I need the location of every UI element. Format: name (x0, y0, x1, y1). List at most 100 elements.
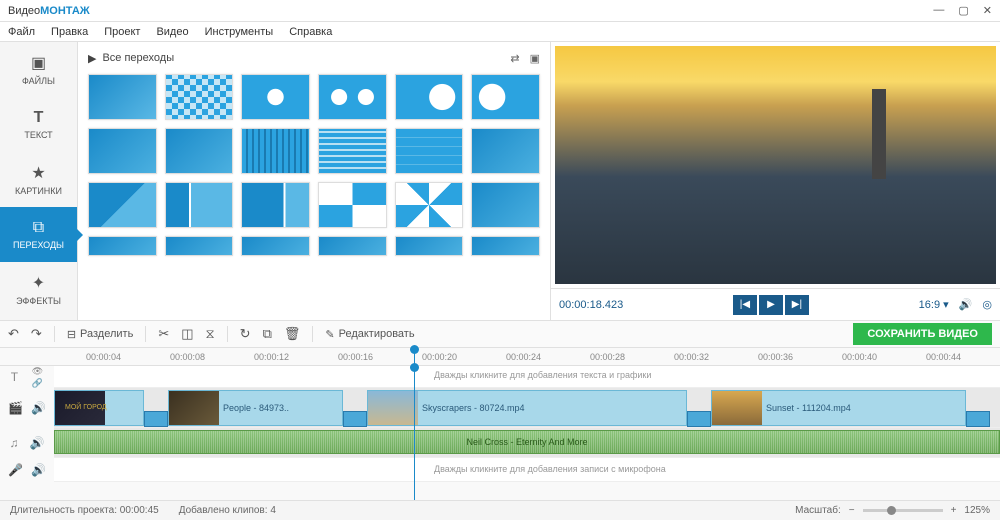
transition-thumb[interactable] (395, 128, 464, 174)
menu-tools[interactable]: Инструменты (205, 26, 274, 38)
transition-badge[interactable]: 2,0 (966, 411, 990, 427)
transitions-header-icons: ⇄ ▣ (510, 52, 540, 65)
transition-thumb[interactable] (241, 236, 310, 256)
video-clip[interactable]: МОЙ ГОРОД (54, 390, 144, 426)
transition-thumb[interactable] (318, 236, 387, 256)
sidebar-item-pictures[interactable]: ★ КАРТИНКИ (0, 152, 77, 207)
audio-track[interactable]: Neil Cross - Eternity And More (54, 428, 1000, 458)
sidebar-label-effects: ЭФФЕКТЫ (16, 296, 61, 306)
transition-thumb[interactable] (318, 182, 387, 228)
crop-button[interactable]: ◫ (181, 326, 193, 342)
menu-edit[interactable]: Правка (51, 26, 88, 38)
sidebar-item-files[interactable]: ▣ ФАЙЛЫ (0, 42, 77, 97)
transition-thumb[interactable] (165, 74, 234, 120)
transition-thumb[interactable] (165, 128, 234, 174)
zoom-area: Масштаб: − + 125% (795, 505, 990, 516)
transition-badge[interactable]: 2,0 (343, 411, 367, 427)
split-button[interactable]: ⊟ Разделить (67, 328, 134, 341)
transition-thumb[interactable] (88, 236, 157, 256)
volume-icon[interactable]: 🔊 (31, 401, 46, 415)
close-icon[interactable]: ✕ (983, 4, 992, 17)
text-icon: T (34, 109, 44, 127)
ruler[interactable]: 00:00:04 00:00:08 00:00:12 00:00:16 00:0… (0, 348, 1000, 366)
delete-button[interactable]: 🗑 (284, 326, 301, 342)
sidebar-item-effects[interactable]: ✦ ЭФФЕКТЫ (0, 262, 77, 317)
sidebar-label-pictures: КАРТИНКИ (15, 186, 62, 196)
prev-frame-button[interactable]: |◀ (733, 295, 757, 315)
maximize-icon[interactable]: ▢ (958, 4, 968, 17)
snapshot-icon[interactable]: ◎ (982, 298, 992, 311)
transition-thumb[interactable] (241, 182, 310, 228)
volume-icon[interactable]: 🔊 (30, 436, 45, 450)
cut-button[interactable]: ✂ (158, 326, 169, 342)
transition-thumb[interactable] (318, 128, 387, 174)
mic-track[interactable]: Дважды кликните для добавления записи с … (54, 458, 1000, 482)
main-area: ▣ ФАЙЛЫ T ТЕКСТ ★ КАРТИНКИ ⧉ ПЕРЕХОДЫ ✦ … (0, 42, 1000, 320)
track-label-audio: ♫🔊 (0, 428, 54, 458)
play-button[interactable]: ▶ (759, 295, 783, 315)
sidebar-item-transitions[interactable]: ⧉ ПЕРЕХОДЫ (0, 207, 77, 262)
edit-button[interactable]: ✎ Редактировать (325, 328, 414, 341)
track-label-text: T 👁🔗 (0, 366, 54, 388)
menu-help[interactable]: Справка (289, 26, 332, 38)
transition-thumb[interactable] (395, 236, 464, 256)
eye-icon[interactable]: 👁 (32, 366, 43, 377)
video-clip[interactable]: People - 84973.. (168, 390, 343, 426)
link-icon[interactable]: 🔗 (32, 378, 43, 389)
aspect-ratio-dropdown[interactable]: 16:9 ▾ (919, 298, 949, 311)
transitions-title: Все переходы (102, 52, 174, 64)
transition-thumb[interactable] (471, 128, 540, 174)
menu-project[interactable]: Проект (104, 26, 140, 38)
transition-thumb[interactable] (88, 74, 157, 120)
transition-badge[interactable]: 2,0 (144, 411, 168, 427)
next-frame-button[interactable]: ▶| (785, 295, 809, 315)
track-label-mic: 🎤🔊 (0, 458, 54, 482)
menu-video[interactable]: Видео (156, 26, 188, 38)
zoom-slider[interactable] (863, 509, 943, 512)
apply-all-icon[interactable]: ▣ (530, 52, 540, 65)
redo-button[interactable]: ↷ (31, 326, 42, 342)
transition-thumb[interactable] (165, 182, 234, 228)
text-track[interactable]: Дважды кликните для добавления текста и … (54, 366, 1000, 388)
play-all-icon[interactable]: ▶ (88, 52, 96, 65)
undo-button[interactable]: ↶ (8, 326, 19, 342)
transition-thumb[interactable] (471, 74, 540, 120)
video-clip[interactable]: Skyscrapers - 80724.mp4 (367, 390, 687, 426)
minimize-icon[interactable]: — (933, 4, 944, 17)
transition-thumb[interactable] (318, 74, 387, 120)
text-track-icon: T (11, 370, 18, 384)
timecode: 00:00:18.423 (559, 299, 623, 311)
transition-thumb[interactable] (165, 236, 234, 256)
zoom-in-button[interactable]: + (951, 505, 957, 516)
transitions-title-wrap: ▶ Все переходы (88, 52, 174, 65)
transition-thumb[interactable] (241, 128, 310, 174)
transition-badge[interactable]: 2,0 (687, 411, 711, 427)
transition-thumb[interactable] (88, 128, 157, 174)
audio-clip[interactable]: Neil Cross - Eternity And More (54, 430, 1000, 454)
speed-button[interactable]: ⧖ (206, 326, 215, 342)
preview-controls: 00:00:18.423 |◀ ▶ ▶| 16:9 ▾ 🔊 ◎ (551, 288, 1000, 320)
transitions-panel: ▶ Все переходы ⇄ ▣ (78, 42, 550, 320)
save-video-button[interactable]: СОХРАНИТЬ ВИДЕО (853, 323, 992, 345)
transition-thumb[interactable] (241, 74, 310, 120)
playhead-line[interactable] (414, 366, 415, 500)
volume-icon[interactable]: 🔊 (31, 463, 46, 477)
sidebar: ▣ ФАЙЛЫ T ТЕКСТ ★ КАРТИНКИ ⧉ ПЕРЕХОДЫ ✦ … (0, 42, 78, 320)
rotate-button[interactable]: ↻ (240, 326, 251, 342)
track-area: Дважды кликните для добавления текста и … (54, 366, 1000, 500)
menu-file[interactable]: Файл (8, 26, 35, 38)
video-track[interactable]: МОЙ ГОРОД 2,0 People - 84973.. 2,0 Skysc… (54, 388, 1000, 428)
transition-thumb[interactable] (395, 182, 464, 228)
preview-video[interactable] (555, 46, 996, 284)
app-name-prefix: Видео (8, 5, 40, 17)
transition-thumb[interactable] (395, 74, 464, 120)
sidebar-item-text[interactable]: T ТЕКСТ (0, 97, 77, 152)
transition-thumb[interactable] (471, 236, 540, 256)
zoom-out-button[interactable]: − (849, 505, 855, 516)
transition-thumb[interactable] (88, 182, 157, 228)
shuffle-icon[interactable]: ⇄ (510, 52, 519, 65)
video-clip[interactable]: Sunset - 111204.mp4 (711, 390, 966, 426)
volume-icon[interactable]: 🔊 (959, 298, 973, 311)
transition-thumb[interactable] (471, 182, 540, 228)
copy-button[interactable]: ⧉ (263, 326, 272, 342)
